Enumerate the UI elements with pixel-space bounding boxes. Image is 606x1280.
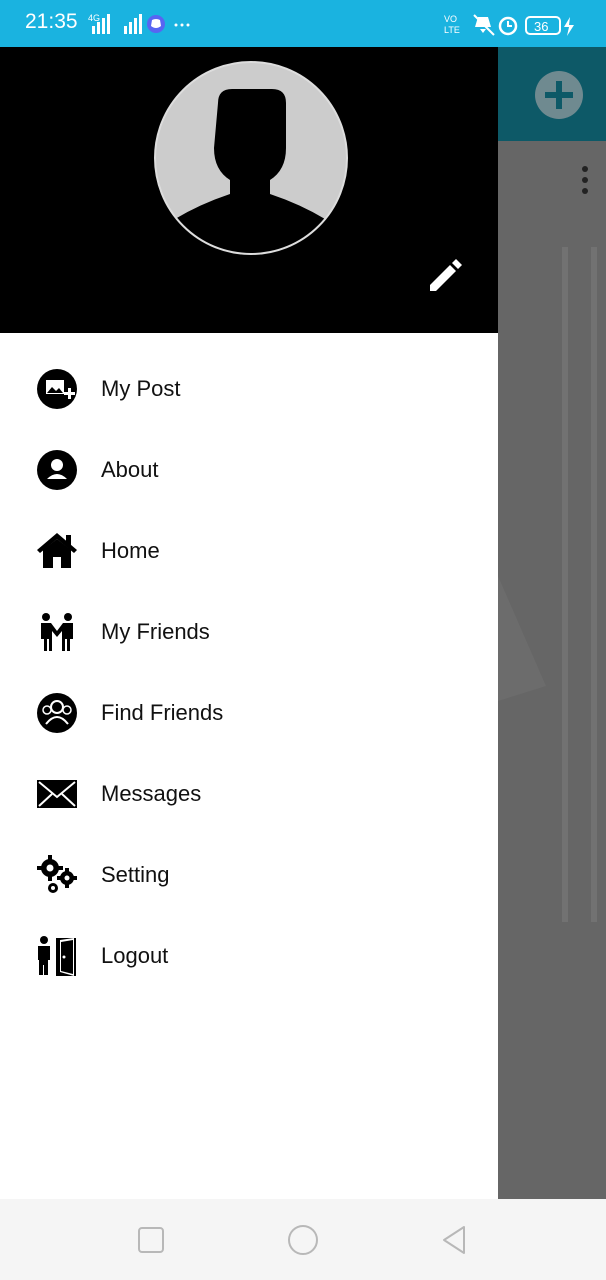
image-add-icon bbox=[37, 369, 77, 409]
friends-icon bbox=[41, 613, 73, 651]
battery-level: 36 bbox=[534, 19, 548, 34]
group-circle-icon bbox=[37, 693, 77, 733]
volte-label-1: VO bbox=[444, 14, 457, 24]
menu-item-my-friends[interactable]: My Friends bbox=[0, 591, 498, 672]
person-circle-icon bbox=[37, 450, 77, 490]
home-icon bbox=[37, 533, 77, 568]
menu-item-about[interactable]: About bbox=[0, 429, 498, 510]
background-divider bbox=[591, 247, 597, 922]
drawer-menu: My Post About Home My Friends Find Frien… bbox=[0, 348, 498, 996]
drawer-header bbox=[0, 47, 498, 333]
menu-label: Setting bbox=[101, 862, 170, 887]
navigation-drawer: My Post About Home My Friends Find Frien… bbox=[0, 47, 498, 1199]
gears-icon bbox=[37, 855, 77, 893]
system-icons: VO LTE 36 bbox=[444, 14, 574, 36]
system-navigation-bar bbox=[0, 1199, 606, 1280]
volte-label-2: LTE bbox=[444, 25, 460, 35]
recents-button[interactable] bbox=[134, 1223, 168, 1257]
add-button[interactable] bbox=[535, 71, 583, 119]
menu-item-setting[interactable]: Setting bbox=[0, 834, 498, 915]
home-button[interactable] bbox=[286, 1223, 320, 1257]
menu-item-home[interactable]: Home bbox=[0, 510, 498, 591]
menu-label: Home bbox=[101, 538, 160, 563]
menu-label: About bbox=[101, 457, 159, 482]
background-image bbox=[498, 576, 546, 701]
menu-item-my-post[interactable]: My Post bbox=[0, 348, 498, 429]
more-vert-icon[interactable] bbox=[579, 164, 591, 200]
signal-icons: 4G bbox=[88, 13, 190, 34]
network-label: 4G bbox=[88, 13, 100, 23]
background-divider bbox=[562, 247, 568, 922]
menu-label: Messages bbox=[101, 781, 202, 806]
menu-label: My Post bbox=[101, 376, 181, 401]
default-profile-icon bbox=[175, 89, 325, 253]
logout-door-icon bbox=[38, 936, 76, 976]
edit-profile-button[interactable] bbox=[424, 253, 466, 295]
menu-item-messages[interactable]: Messages bbox=[0, 753, 498, 834]
pencil-icon bbox=[430, 259, 462, 291]
profile-avatar[interactable] bbox=[154, 61, 348, 255]
status-bar: 21:35 4G VO LTE 36 bbox=[0, 0, 606, 47]
envelope-icon bbox=[37, 780, 77, 808]
menu-label: Find Friends bbox=[101, 700, 224, 725]
menu-label: My Friends bbox=[101, 619, 210, 644]
menu-item-logout[interactable]: Logout bbox=[0, 915, 498, 996]
back-button[interactable] bbox=[438, 1223, 472, 1257]
status-time: 21:35 bbox=[25, 10, 78, 33]
menu-label: Logout bbox=[101, 943, 169, 968]
plus-icon bbox=[545, 81, 573, 109]
menu-item-find-friends[interactable]: Find Friends bbox=[0, 672, 498, 753]
